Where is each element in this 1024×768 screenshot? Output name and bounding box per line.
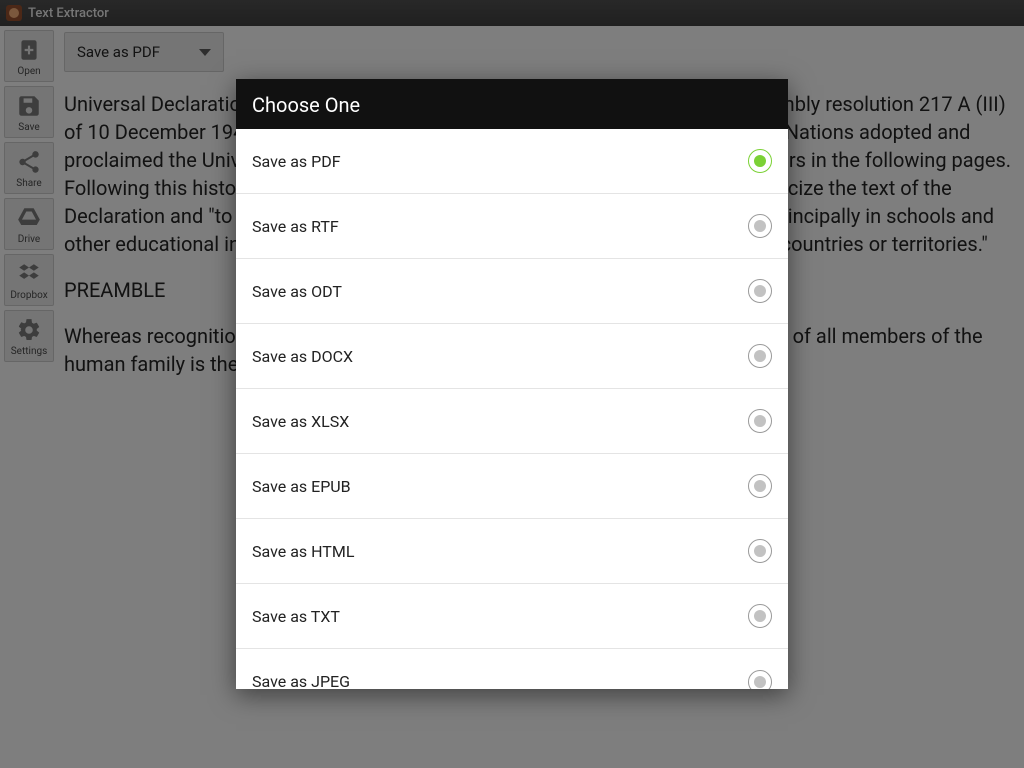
dialog-option-label: Save as TXT (252, 607, 340, 626)
dialog-option-label: Save as XLSX (252, 412, 349, 431)
radio-icon[interactable] (748, 409, 772, 433)
dialog-option-label: Save as JPEG (252, 672, 350, 689)
dialog-option[interactable]: Save as XLSX (236, 389, 788, 454)
radio-icon[interactable] (748, 474, 772, 498)
radio-icon[interactable] (748, 670, 772, 690)
choose-one-dialog: Choose One Save as PDFSave as RTFSave as… (236, 79, 788, 689)
dialog-option-label: Save as ODT (252, 282, 342, 301)
dialog-option-list: Save as PDF Save as RTF Save as ODT Save as… (236, 129, 788, 689)
dialog-option-label: Save as PDF (252, 152, 341, 171)
radio-icon[interactable] (748, 344, 772, 368)
radio-icon[interactable] (748, 279, 772, 303)
radio-icon[interactable] (748, 604, 772, 628)
radio-icon[interactable] (748, 149, 772, 173)
dialog-option[interactable]: Save as HTML (236, 519, 788, 584)
dialog-option[interactable]: Save as TXT (236, 584, 788, 649)
dialog-option-label: Save as DOCX (252, 347, 353, 366)
radio-icon[interactable] (748, 214, 772, 238)
radio-icon[interactable] (748, 539, 772, 563)
dialog-option-label: Save as HTML (252, 542, 354, 561)
dialog-option[interactable]: Save as ODT (236, 259, 788, 324)
dialog-option[interactable]: Save as JPEG (236, 649, 788, 689)
dialog-option[interactable]: Save as DOCX (236, 324, 788, 389)
dialog-option-label: Save as EPUB (252, 477, 351, 496)
dialog-option[interactable]: Save as RTF (236, 194, 788, 259)
dialog-title: Choose One (236, 79, 788, 129)
dialog-option-label: Save as RTF (252, 217, 339, 236)
dialog-option[interactable]: Save as PDF (236, 129, 788, 194)
dialog-option[interactable]: Save as EPUB (236, 454, 788, 519)
